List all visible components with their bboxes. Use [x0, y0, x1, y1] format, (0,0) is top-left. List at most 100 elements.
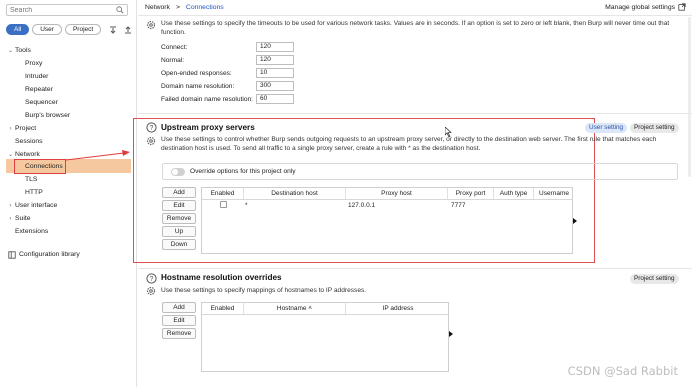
upstream-description: Use these settings to control whether Bu…	[161, 136, 657, 152]
tree-item-user-interface[interactable]: › User interface	[6, 200, 58, 212]
proxy-port-cell: 7777	[451, 202, 466, 209]
manage-global-settings[interactable]: Manage global settings	[605, 3, 686, 11]
failed-dns-field[interactable]: 60	[256, 94, 294, 104]
scroll-right-icon[interactable]	[573, 218, 577, 224]
expand-all-icon[interactable]	[108, 25, 118, 35]
tree-item-tls[interactable]: TLS	[25, 174, 37, 186]
header-divider	[202, 314, 448, 315]
override-toggle[interactable]	[171, 168, 185, 176]
breadcrumb-network[interactable]: Network	[145, 4, 170, 11]
tree-item-repeater[interactable]: Repeater	[25, 84, 53, 96]
column-header-enabled[interactable]: Enabled	[202, 188, 244, 199]
hostname-title: Hostname resolution overrides	[161, 273, 282, 282]
breadcrumb-connections: Connections	[185, 4, 224, 11]
connect-label: Connect:	[161, 44, 188, 51]
hostname-table: Enabled Hostname ˄ IP address	[201, 302, 449, 372]
timeouts-description: Use these settings to specify the timeou…	[161, 20, 670, 36]
destination-cell: *	[245, 202, 248, 209]
tree-item-label: Suite	[15, 215, 31, 222]
scrollbar[interactable]	[688, 17, 691, 177]
edit-button[interactable]: Edit	[162, 315, 196, 326]
help-icon[interactable]: ?	[146, 122, 157, 133]
column-header-auth-type[interactable]: Auth type	[494, 188, 534, 199]
header-divider	[202, 199, 572, 200]
chevron-down-icon: ⌄	[7, 48, 14, 54]
override-project-toggle-row: Override options for this project only	[162, 163, 678, 180]
dns-field[interactable]: 300	[256, 81, 294, 91]
column-header-enabled[interactable]: Enabled	[202, 303, 244, 314]
open-ended-label: Open-ended responses:	[161, 70, 232, 77]
scroll-right-icon[interactable]	[449, 331, 453, 337]
sidebar: All User Project ⌄Tools Proxy Intruder R…	[0, 0, 137, 387]
normal-field[interactable]: 120	[256, 55, 294, 65]
column-header-username[interactable]: Username	[534, 188, 574, 199]
global-settings-label: Manage global settings	[605, 3, 675, 11]
external-link-icon	[678, 3, 686, 11]
column-header-ip-address[interactable]: IP address	[346, 303, 450, 314]
tree-item-extensions[interactable]: Extensions	[15, 226, 48, 238]
dns-label: Domain name resolution:	[161, 83, 235, 90]
tree-item-suite[interactable]: › Suite	[6, 213, 31, 225]
column-header-proxy-host[interactable]: Proxy host	[346, 188, 448, 199]
configuration-library-link[interactable]: Configuration library	[8, 249, 80, 261]
chevron-right-icon: ›	[9, 126, 12, 132]
user-setting-badge[interactable]: User setting	[585, 123, 628, 133]
upstream-proxy-table: Enabled Destination host Proxy host Prox…	[201, 187, 573, 254]
search-icon	[116, 6, 124, 14]
project-setting-badge[interactable]: Project setting	[630, 123, 679, 133]
help-icon[interactable]: ?	[146, 273, 157, 284]
tree-item-project[interactable]: › Project	[6, 123, 37, 135]
tree-item-intruder[interactable]: Intruder	[25, 71, 48, 83]
main-content: Use these settings to specify the timeou…	[133, 17, 692, 387]
column-header-destination[interactable]: Destination host	[244, 188, 346, 199]
remove-button[interactable]: Remove	[162, 213, 196, 224]
tree-item-sessions[interactable]: Sessions	[15, 136, 43, 148]
chevron-right-icon: ›	[9, 203, 12, 209]
column-header-proxy-port[interactable]: Proxy port	[448, 188, 494, 199]
tree-item-label: Project	[15, 125, 37, 132]
chevron-right-icon: ›	[9, 216, 12, 222]
svg-text:?: ?	[150, 276, 154, 283]
add-button[interactable]: Add	[162, 302, 196, 313]
up-button[interactable]: Up	[162, 226, 196, 237]
gear-icon[interactable]	[146, 286, 156, 296]
tree-item-sequencer[interactable]: Sequencer	[25, 97, 58, 109]
proxy-host-cell: 127.0.0.1	[348, 202, 376, 209]
annotation-arrow	[65, 150, 130, 161]
filter-user[interactable]: User	[32, 24, 62, 35]
filter-all[interactable]: All	[6, 24, 30, 35]
tree-item-label: Network	[15, 151, 40, 158]
gear-icon[interactable]	[146, 136, 156, 146]
gear-icon[interactable]	[146, 20, 156, 30]
collapse-all-icon[interactable]	[123, 25, 133, 35]
enabled-checkbox[interactable]	[220, 201, 227, 208]
tree-item-tools[interactable]: ⌄ Tools	[6, 45, 31, 57]
remove-button[interactable]: Remove	[162, 328, 196, 339]
connect-field[interactable]: 120	[256, 42, 294, 52]
down-button[interactable]: Down	[162, 239, 196, 250]
breadcrumb: Network > Connections	[145, 4, 224, 11]
project-setting-badge[interactable]: Project setting	[630, 274, 679, 284]
column-header-hostname[interactable]: Hostname ˄	[244, 303, 346, 314]
filter-project[interactable]: Project	[64, 24, 102, 35]
divider	[138, 113, 692, 114]
tree-item-label: User interface	[15, 202, 58, 209]
search-box[interactable]	[6, 4, 128, 16]
library-label: Configuration library	[19, 251, 80, 258]
annotation-box	[14, 159, 66, 174]
divider	[138, 268, 692, 269]
tree-item-burps-browser[interactable]: Burp's browser	[25, 110, 70, 122]
add-button[interactable]: Add	[162, 187, 196, 198]
override-label: Override options for this project only	[190, 168, 296, 175]
search-input[interactable]	[7, 5, 107, 15]
upstream-title: Upstream proxy servers	[161, 123, 255, 132]
tree-item-http[interactable]: HTTP	[25, 187, 43, 199]
svg-text:?: ?	[150, 125, 154, 132]
scope-filters: All User Project	[6, 24, 133, 35]
open-ended-field[interactable]: 10	[256, 68, 294, 78]
tree-item-proxy[interactable]: Proxy	[25, 58, 42, 70]
hostname-description: Use these settings to specify mappings o…	[161, 287, 367, 294]
edit-button[interactable]: Edit	[162, 200, 196, 211]
library-icon	[8, 251, 16, 259]
watermark: CSDN @Sad Rabbit	[567, 364, 678, 378]
